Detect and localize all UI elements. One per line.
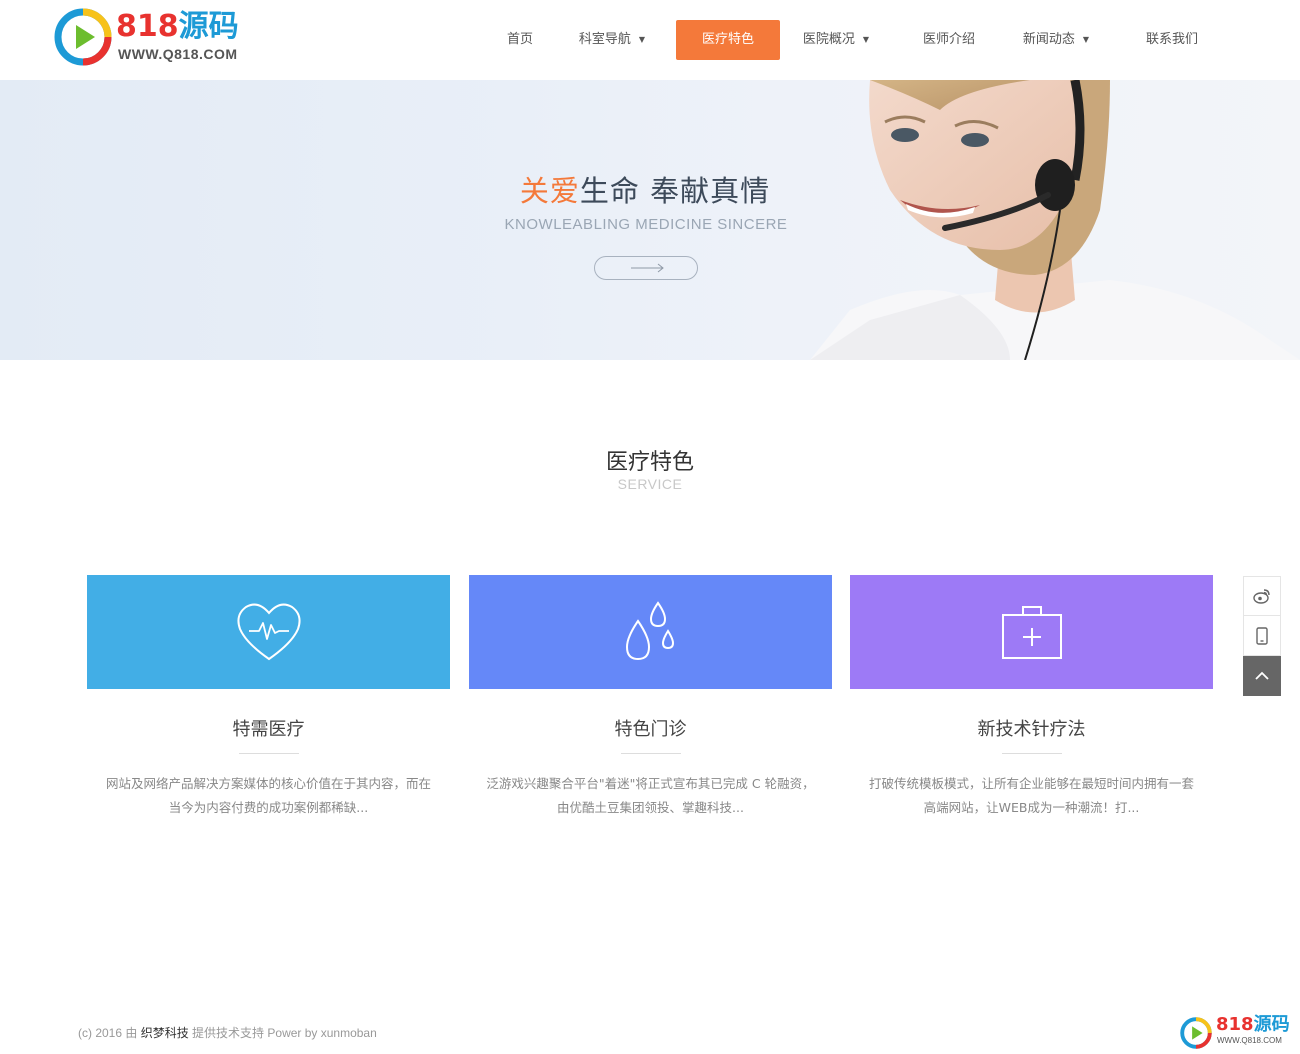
weibo-icon [1253, 589, 1270, 604]
nav-item-label: 医师介绍 [922, 32, 975, 47]
caret-down-icon: ▼ [638, 35, 646, 44]
banner-subtitle: KNOWLEABLING MEDICINE SINCERE [504, 216, 788, 233]
nav-item-label: 医院概况 [802, 32, 855, 47]
section-subtitle: SERVICE [617, 476, 683, 492]
nav-item-label: 首页 [506, 32, 533, 47]
section-title: 医疗特色 [605, 450, 694, 475]
feature-card-banner[interactable] [87, 575, 450, 689]
play-logo-icon [54, 8, 112, 66]
watermark-text: 818源码 [1216, 1014, 1290, 1035]
footer-copyright: (c) 2016 由 织梦科技 提供技术支持 Power by xunmoban [78, 1026, 377, 1040]
nav-item-label: 医疗特色 [701, 32, 754, 47]
hero-banner: 关爱生命 奉献真情 KNOWLEABLING MEDICINE SINCERE [0, 80, 1300, 360]
heart-pulse-icon [237, 603, 300, 661]
side-toolbar [1243, 576, 1281, 696]
nav-item-label: 联系我们 [1145, 32, 1198, 47]
banner-title: 关爱生命 奉献真情 [519, 174, 771, 208]
long-arrow-right-icon [631, 263, 664, 273]
nav-item[interactable]: 医师介绍 [900, 20, 998, 60]
card-divider [238, 753, 299, 754]
caret-down-icon: ▼ [862, 35, 870, 44]
caret-down-icon: ▼ [1082, 35, 1090, 44]
logo-text: 818源码 [116, 9, 239, 44]
mobile-icon [1256, 626, 1268, 645]
medical-kit-icon [1001, 606, 1062, 659]
support-agent-image [810, 80, 1300, 360]
nav-item[interactable]: 首页 [486, 20, 554, 60]
back-to-top-button[interactable] [1243, 656, 1281, 696]
nav-item[interactable]: 新闻动态 ▼ [1004, 20, 1108, 60]
nav-item-label: 新闻动态 [1022, 32, 1075, 47]
feature-card-description: 打破传统模板模式，让所有企业能够在最短时间内拥有一套高端网站，让WEB成为一种潮… [868, 776, 1194, 815]
card-divider [1001, 753, 1062, 754]
weibo-button[interactable] [1243, 576, 1281, 616]
site-header: 818源码 WWW.Q818.COM 首页 科室导航 ▼ 医疗特色 医院概况 ▼ 医师介绍 新… [0, 0, 1300, 80]
feature-card[interactable]: 特色门诊 泛游戏兴趣聚合平台"着迷"将正式宣布其已完成 C 轮融资，由优酷土豆集… [469, 575, 832, 820]
feature-card-description: 泛游戏兴趣聚合平台"着迷"将正式宣布其已完成 C 轮融资，由优酷土豆集团领投、掌… [486, 776, 815, 815]
nav-item[interactable]: 医疗特色 [676, 20, 780, 60]
play-logo-icon [1180, 1017, 1212, 1049]
nav-item-label: 科室导航 [578, 32, 631, 47]
watermark-url: WWW.Q818.COM [1217, 1036, 1282, 1045]
footer-link[interactable]: 织梦科技 [141, 1026, 189, 1040]
mobile-button[interactable] [1243, 616, 1281, 656]
feature-card-title[interactable]: 特需医疗 [87, 715, 450, 741]
feature-card-banner[interactable] [469, 575, 832, 689]
nav-item[interactable]: 联系我们 [1122, 20, 1222, 60]
site-logo[interactable]: 818源码 WWW.Q818.COM [54, 8, 254, 68]
banner-more-button[interactable] [594, 256, 698, 280]
feature-card-title[interactable]: 新技术针疗法 [850, 715, 1213, 741]
nav-item[interactable]: 医院概况 ▼ [784, 20, 888, 60]
feature-card[interactable]: 新技术针疗法 打破传统模板模式，让所有企业能够在最短时间内拥有一套高端网站，让W… [850, 575, 1213, 820]
water-drops-icon [625, 601, 674, 661]
watermark-logo: 818源码 WWW.Q818.COM [1180, 1014, 1292, 1050]
feature-card-description: 网站及网络产品解决方案媒体的核心价值在于其内容，而在当今为内容付费的成功案例都稀… [105, 776, 431, 815]
logo-url: WWW.Q818.COM [118, 46, 238, 62]
feature-card-banner[interactable] [850, 575, 1213, 689]
feature-card-title[interactable]: 特色门诊 [469, 715, 832, 741]
nav-item[interactable]: 科室导航 ▼ [562, 20, 662, 60]
back-to-top-icon [1255, 671, 1269, 680]
feature-card[interactable]: 特需医疗 网站及网络产品解决方案媒体的核心价值在于其内容，而在当今为内容付费的成… [87, 575, 450, 820]
card-divider [620, 753, 681, 754]
